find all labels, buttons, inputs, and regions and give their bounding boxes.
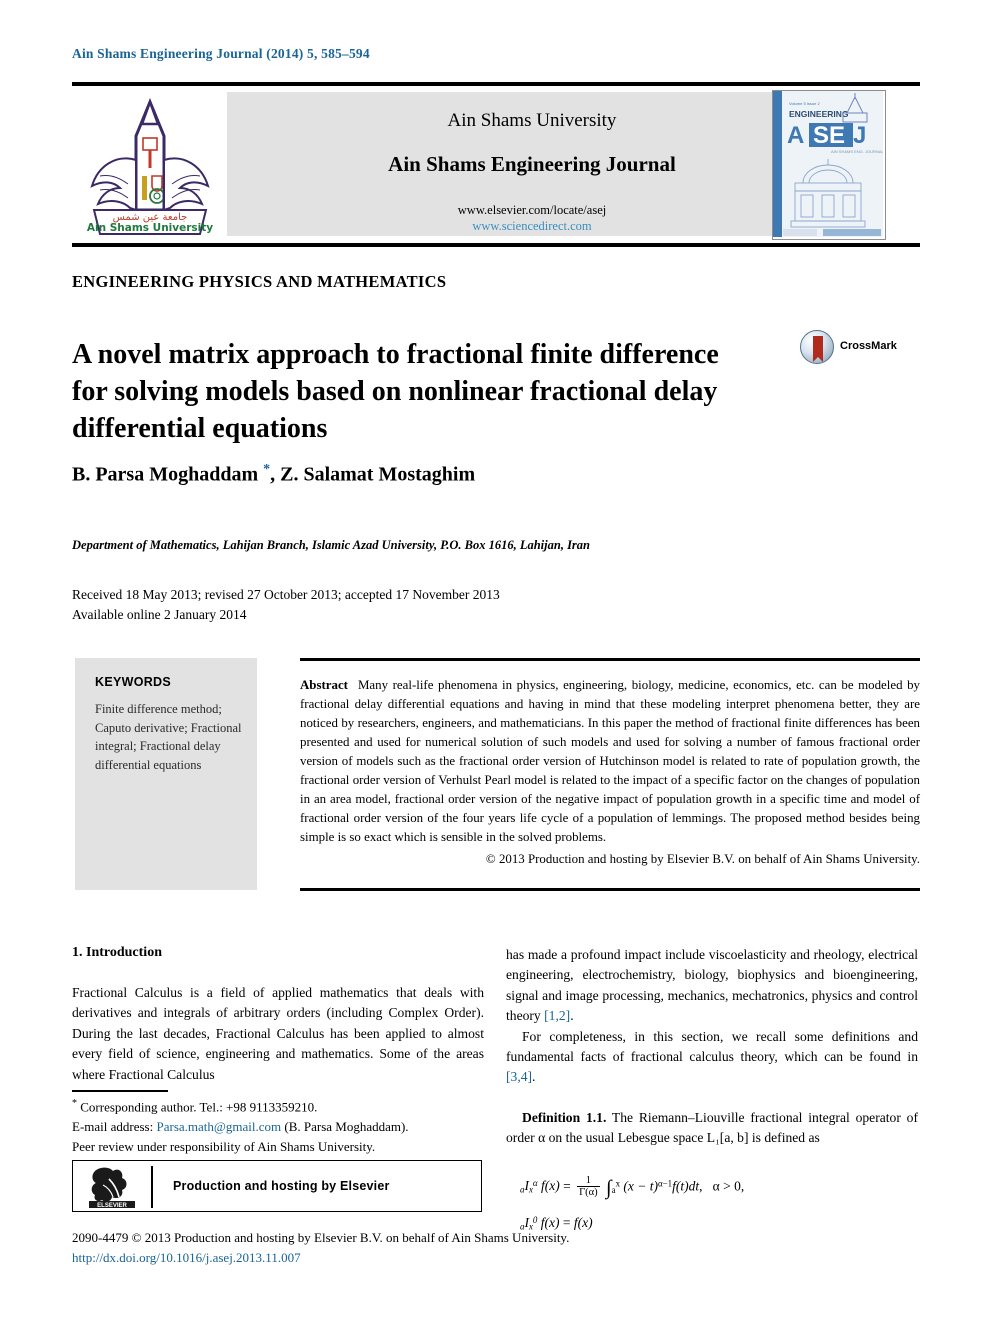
issn-copyright-line: 2090-4479 © 2013 Production and hosting … xyxy=(72,1230,570,1245)
affiliation: Department of Mathematics, Lahijan Branc… xyxy=(72,538,590,552)
crossmark-label: CrossMark xyxy=(840,340,897,352)
formula-line-1: aIxα f(x) = 1 Γ(α) ∫ax (x − t)α−1f(t)dt, … xyxy=(520,1174,745,1199)
keywords-heading: KEYWORDS xyxy=(95,675,172,689)
issn-copyright-block: 2090-4479 © 2013 Production and hosting … xyxy=(72,1228,632,1267)
citation-ref-3-4[interactable]: [3,4] xyxy=(506,1069,532,1084)
section-heading-introduction: 1. Introduction xyxy=(72,945,162,960)
right-para2-text: For completeness, in this section, we re… xyxy=(506,1028,918,1064)
svg-text:J: J xyxy=(853,122,866,149)
body-column-right: has made a profound impact include visco… xyxy=(506,945,918,1237)
abstract-bottom-rule xyxy=(300,888,920,891)
journal-cover-thumbnail: Volume 5 Issue 2 ENGINEERING A SE J AIN … xyxy=(772,90,886,240)
svg-text:SE: SE xyxy=(813,122,845,149)
elsevier-box-divider xyxy=(151,1166,153,1208)
keywords-box: KEYWORDS Finite difference method; Caput… xyxy=(75,658,257,890)
journal-masthead: جامعة عين شمس Ain Shams University Ain S… xyxy=(72,90,920,240)
elsevier-tree-logo-icon: ELSEVIER xyxy=(85,1165,139,1209)
crossmark-ribbon-icon xyxy=(813,336,823,362)
svg-text:ENGINEERING: ENGINEERING xyxy=(789,109,849,119)
author-list: B. Parsa Moghaddam *, Z. Salamat Mostagh… xyxy=(72,462,475,487)
subject-area-heading: ENGINEERING PHYSICS AND MATHEMATICS xyxy=(72,272,447,291)
author-primary: B. Parsa Moghaddam xyxy=(72,463,264,486)
right-para1-tail: . xyxy=(570,1008,574,1024)
email-tail: (B. Parsa Moghaddam). xyxy=(281,1119,409,1135)
page-title: A novel matrix approach to fractional fi… xyxy=(72,338,719,444)
footnote-email-line: E-mail address: Parsa.math@gmail.com (B.… xyxy=(72,1117,484,1137)
definition-label: Definition 1.1. xyxy=(522,1109,607,1125)
footnote-corresponding-author: * Corresponding author. Tel.: +98 911335… xyxy=(72,1096,484,1117)
citation-ref-1-2[interactable]: [1,2] xyxy=(544,1008,570,1023)
abstract-text: Many real-life phenomena in physics, eng… xyxy=(300,678,920,844)
author-secondary: , Z. Salamat Mostaghim xyxy=(270,463,476,486)
masthead-bottom-rule xyxy=(72,243,920,247)
intro-paragraph-left: Fractional Calculus is a field of applie… xyxy=(72,985,484,1082)
doi-link[interactable]: http://dx.doi.org/10.1016/j.asej.2013.11… xyxy=(72,1248,632,1268)
email-link[interactable]: Parsa.math@gmail.com xyxy=(156,1119,281,1134)
ain-shams-university-logo-icon: جامعة عين شمس Ain Shams University xyxy=(80,92,220,238)
abstract-top-rule xyxy=(300,658,920,661)
body-column-left: 1. Introduction Fractional Calculus is a… xyxy=(72,945,484,1085)
svg-text:AIN SHAMS ENG. JOURNAL: AIN SHAMS ENG. JOURNAL xyxy=(831,149,883,154)
university-name: Ain Shams University xyxy=(447,110,617,131)
intro-paragraph-right-continued: has made a profound impact include visco… xyxy=(506,945,918,1027)
crossmark-circle-icon xyxy=(800,330,834,364)
formula-block: aIxα f(x) = 1 Γ(α) ∫ax (x − t)α−1f(t)dt, … xyxy=(506,1167,918,1238)
svg-text:Ain Shams University: Ain Shams University xyxy=(87,222,213,234)
definition-1-1: Definition 1.1. The Riemann–Liouville fr… xyxy=(506,1108,918,1149)
footnote-peer-review: Peer review under responsibility of Ain … xyxy=(72,1138,376,1154)
masthead-top-rule xyxy=(72,82,920,86)
svg-text:Volume 5 Issue 2: Volume 5 Issue 2 xyxy=(789,101,820,106)
paper-page: Ain Shams Engineering Journal (2014) 5, … xyxy=(0,0,992,1323)
article-history: Received 18 May 2013; revised 27 October… xyxy=(72,585,500,626)
journal-homepage-url[interactable]: www.elsevier.com/locate/asej xyxy=(227,203,837,218)
elsevier-wordmark: ELSEVIER xyxy=(97,1203,127,1209)
elsevier-production-text: Production and hosting by Elsevier xyxy=(173,1179,390,1193)
svg-text:A: A xyxy=(787,122,804,149)
crossmark-badge[interactable]: CrossMark xyxy=(800,330,912,368)
history-online-line: Available online 2 January 2014 xyxy=(72,607,247,623)
elsevier-production-box: ELSEVIER Production and hosting by Elsev… xyxy=(72,1160,482,1212)
intro-paragraph-right-2: For completeness, in this section, we re… xyxy=(506,1027,918,1088)
running-head: Ain Shams Engineering Journal (2014) 5, … xyxy=(72,46,370,61)
formula-condition: α > 0, xyxy=(712,1177,745,1193)
footnote-corresponding-text: Corresponding author. Tel.: +98 91133592… xyxy=(77,1099,318,1115)
abstract-copyright: © 2013 Production and hosting by Elsevie… xyxy=(485,851,920,866)
history-received-line: Received 18 May 2013; revised 27 October… xyxy=(72,587,500,602)
footnote-block: * Corresponding author. Tel.: +98 911335… xyxy=(72,1096,484,1157)
abstract-label: Abstract xyxy=(300,678,348,692)
journal-title-band: Ain Shams University Ain Shams Engineeri… xyxy=(227,92,837,236)
journal-name: Ain Shams Engineering Journal xyxy=(388,152,676,176)
email-label: E-mail address: xyxy=(72,1119,157,1135)
keywords-list: Finite difference method; Caputo derivat… xyxy=(95,702,242,772)
abstract-block: Abstract Many real-life phenomena in phys… xyxy=(300,676,920,869)
right-para2-tail: . xyxy=(532,1069,536,1085)
sciencedirect-url[interactable]: www.sciencedirect.com xyxy=(227,219,837,234)
footnote-separator-rule xyxy=(72,1090,168,1092)
